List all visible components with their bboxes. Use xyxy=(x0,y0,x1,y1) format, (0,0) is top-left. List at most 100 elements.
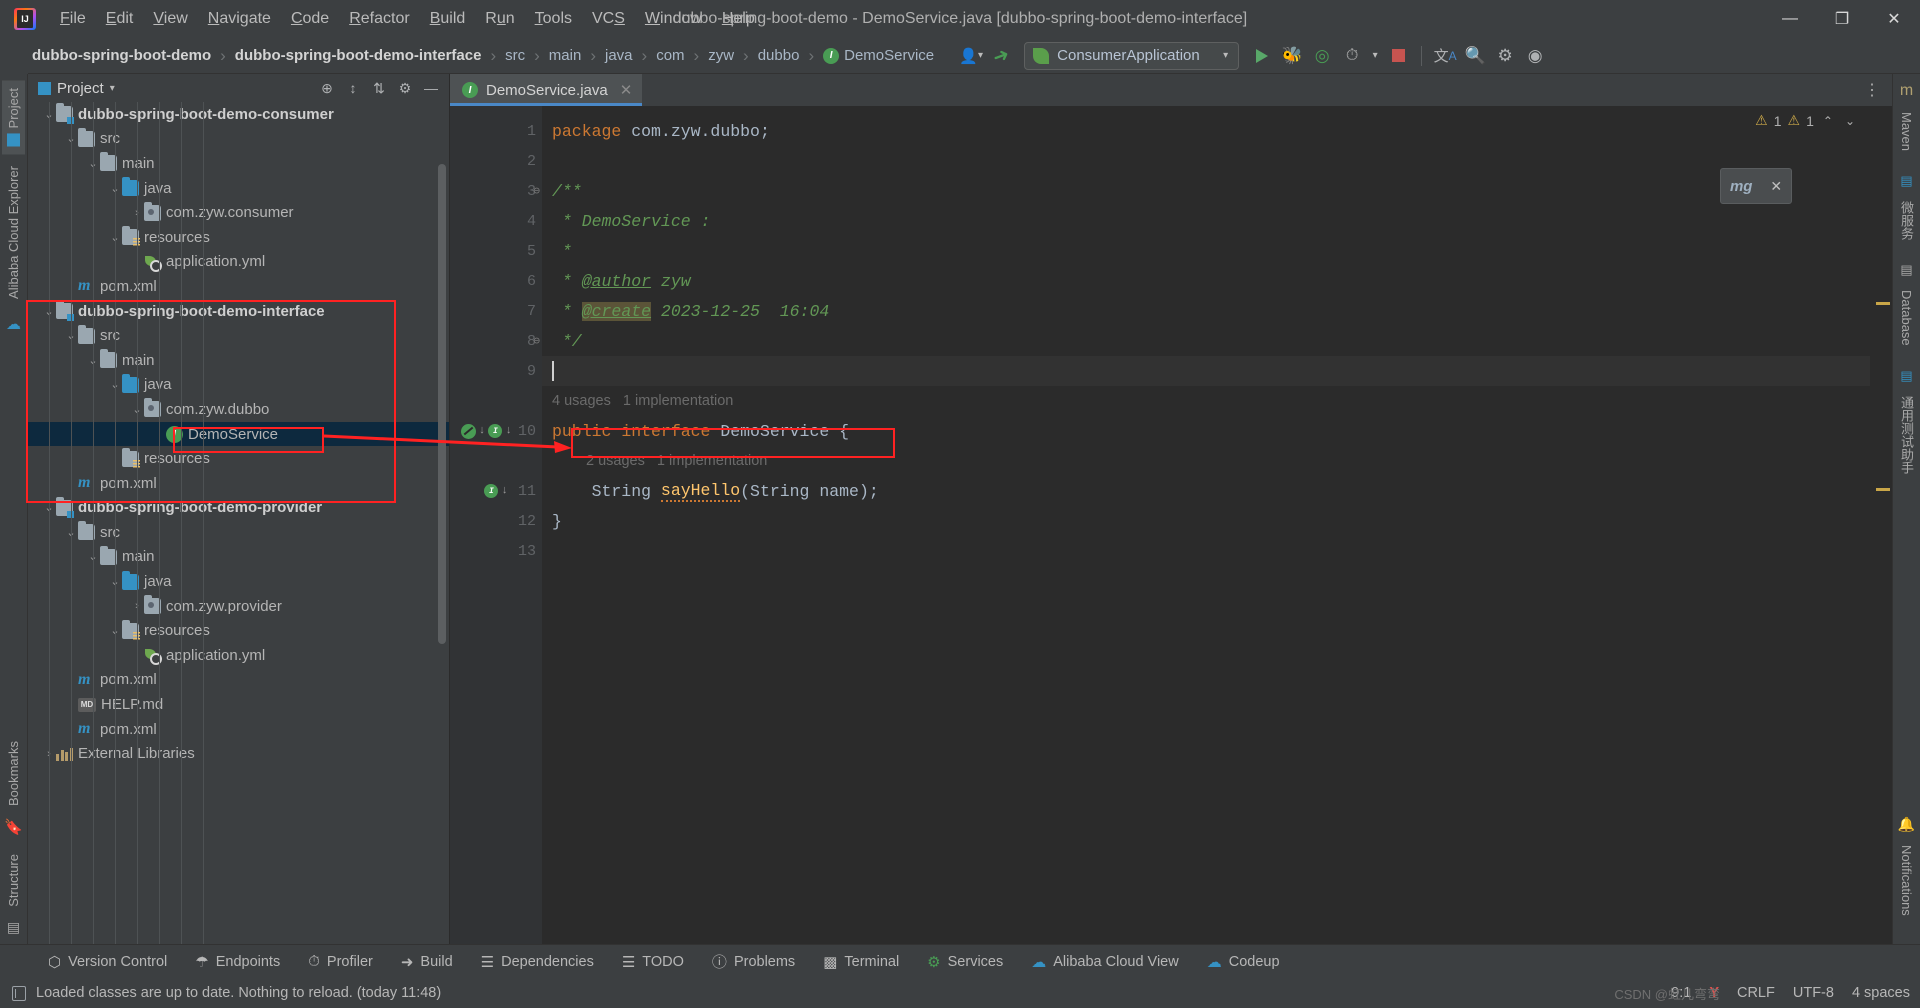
file-encoding[interactable]: UTF-8 xyxy=(1793,985,1834,1001)
tree-node[interactable]: ›application.yml xyxy=(28,250,449,275)
code-line[interactable]: String sayHello (String name); xyxy=(542,476,1870,506)
translate-icon[interactable]: 文A xyxy=(1430,42,1460,70)
breadcrumb-item-1[interactable]: dubbo-spring-boot-demo-interface xyxy=(231,45,486,66)
tree-node[interactable]: ›mpom.xml xyxy=(28,668,449,693)
tree-node[interactable]: ›mpom.xml xyxy=(28,274,449,299)
code-line[interactable]: * @author zyw xyxy=(542,266,1870,296)
menu-navigate[interactable]: Navigate xyxy=(198,6,281,32)
menu-tools[interactable]: Tools xyxy=(525,6,582,32)
profiler-button[interactable]: ⏱ xyxy=(1337,42,1367,70)
collapse-all-icon[interactable]: ⇅ xyxy=(367,76,391,100)
breadcrumb-item-2[interactable]: src xyxy=(501,45,529,66)
usage-hint[interactable]: 4 usages 1 implementation xyxy=(552,393,733,409)
gutter-line-number[interactable]: 1 xyxy=(450,116,542,146)
tree-node[interactable]: ⌄src xyxy=(28,127,449,152)
code-content[interactable]: package com.zyw.dubbo; /** * DemoService … xyxy=(542,106,1870,944)
menu-build[interactable]: Build xyxy=(420,6,476,32)
tool-window-todo[interactable]: ☰ TODO xyxy=(608,945,698,979)
menu-code[interactable]: Code xyxy=(281,6,339,32)
menu-file[interactable]: File xyxy=(50,6,96,32)
tree-node[interactable]: ›External Libraries xyxy=(28,741,449,766)
implementation-icon[interactable]: I xyxy=(488,424,503,438)
sidebar-item-maven[interactable]: Maven xyxy=(1895,104,1918,159)
fold-icon[interactable]: ⊖ xyxy=(533,334,540,348)
tool-window-alibaba-cloud-view[interactable]: ☁ Alibaba Cloud View xyxy=(1017,945,1192,979)
hide-panel-icon[interactable]: — xyxy=(419,76,443,100)
search-icon[interactable]: 🔍 xyxy=(1460,42,1490,70)
code-line[interactable]: * xyxy=(542,236,1870,266)
settings-gear-icon[interactable]: ⚙ xyxy=(1490,42,1520,70)
next-problem-icon[interactable]: ⌄ xyxy=(1842,114,1858,128)
editor-marker-bar[interactable] xyxy=(1870,106,1892,944)
build-hammer-icon[interactable]: ➜ xyxy=(982,37,1020,74)
tree-node[interactable]: ›application.yml xyxy=(28,643,449,668)
debug-button[interactable]: 🐝 xyxy=(1277,42,1307,70)
minimize-button[interactable]: — xyxy=(1764,0,1816,38)
tool-window-profiler[interactable]: ⏱ Profiler xyxy=(294,945,387,979)
tree-node[interactable]: ›mpom.xml xyxy=(28,717,449,742)
breadcrumb-item-5[interactable]: com xyxy=(652,45,688,66)
menu-window[interactable]: Window xyxy=(635,6,712,32)
gutter-hint-spacer[interactable] xyxy=(450,446,542,476)
code-line[interactable]: package com.zyw.dubbo; xyxy=(542,116,1870,146)
gutter-line-number[interactable]: 8 ⊖ xyxy=(450,326,542,356)
code-line[interactable]: * @create 2023-12-25 16:04 xyxy=(542,296,1870,326)
project-tree-scrollbar[interactable] xyxy=(438,164,446,644)
stop-button[interactable] xyxy=(1383,42,1413,70)
tree-node[interactable]: ›resources xyxy=(28,446,449,471)
panel-settings-icon[interactable]: ⚙ xyxy=(393,76,417,100)
code-line[interactable] xyxy=(542,146,1870,176)
sidebar-item-project[interactable]: Project xyxy=(2,80,25,155)
tree-node[interactable]: ⌄main xyxy=(28,151,449,176)
profiler-dropdown-icon[interactable]: ▾ xyxy=(1367,42,1383,70)
code-line[interactable]: */ xyxy=(542,326,1870,356)
tool-window-problems[interactable]: ⓘ Problems xyxy=(698,945,809,979)
locate-file-icon[interactable]: ⊕ xyxy=(315,76,339,100)
tool-window-bar[interactable]: ⬡ Version Control ☂ Endpoints ⏱ Profiler ➜ Buil… xyxy=(0,944,1920,978)
project-tree[interactable]: ⌄dubbo-spring-boot-demo-consumer⌄src⌄mai… xyxy=(28,102,449,944)
gutter-line-number[interactable]: I ↓ 11 xyxy=(450,476,542,506)
tree-node[interactable]: ⌄src xyxy=(28,520,449,545)
code-line[interactable]: public interface DemoService { xyxy=(542,416,1870,446)
expand-all-icon[interactable]: ↕ xyxy=(341,76,365,100)
run-button[interactable] xyxy=(1247,42,1277,70)
menu-vcs[interactable]: VCS xyxy=(582,6,635,32)
tool-window-build[interactable]: ➜ Build xyxy=(387,945,467,979)
run-with-coverage-button[interactable]: ◎ xyxy=(1307,42,1337,70)
breadcrumb[interactable]: dubbo-spring-boot-demo › dubbo-spring-bo… xyxy=(28,45,938,66)
tree-node[interactable]: ›com.zyw.consumer xyxy=(28,200,449,225)
sidebar-item-database[interactable]: Database xyxy=(1895,282,1918,354)
gutter-line-number[interactable]: 6 xyxy=(450,266,542,296)
tool-window-services[interactable]: ⚙ Services xyxy=(913,945,1017,979)
tree-node[interactable]: ⌄main xyxy=(28,348,449,373)
tool-window-endpoints[interactable]: ☂ Endpoints xyxy=(181,945,294,979)
tree-node[interactable]: ⌄dubbo-spring-boot-demo-interface xyxy=(28,299,449,324)
breadcrumb-item-7[interactable]: dubbo xyxy=(754,45,804,66)
editor-options-icon[interactable]: ⋮ xyxy=(1852,74,1892,106)
breadcrumb-item-4[interactable]: java xyxy=(601,45,637,66)
warning-marker[interactable] xyxy=(1876,488,1890,491)
code-hint-line[interactable]: 4 usages 1 implementation xyxy=(542,386,1870,416)
tree-node[interactable]: ⌄com.zyw.dubbo xyxy=(28,397,449,422)
tree-node[interactable]: ⌄java xyxy=(28,176,449,201)
sidebar-item-microservices[interactable]: 微服务 xyxy=(1893,193,1920,248)
sidebar-item-structure[interactable]: Structure xyxy=(2,846,25,915)
usage-hint[interactable]: 2 usages 1 implementation xyxy=(552,453,767,469)
warning-marker[interactable] xyxy=(1876,302,1890,305)
gutter-line-number[interactable]: 9 xyxy=(450,356,542,386)
gutter-line-number[interactable]: 5 xyxy=(450,236,542,266)
menu-view[interactable]: View xyxy=(143,6,197,32)
tool-window-dependencies[interactable]: ☰ Dependencies xyxy=(467,945,608,979)
tree-node[interactable]: ›mpom.xml xyxy=(28,471,449,496)
user-avatar-icon[interactable]: 👤 ▾ xyxy=(956,42,986,70)
tree-node[interactable]: ⌄main xyxy=(28,545,449,570)
menu-help[interactable]: Help xyxy=(712,6,765,32)
close-icon[interactable]: ✕ xyxy=(620,81,633,99)
line-separator[interactable]: CRLF xyxy=(1737,985,1775,1001)
breadcrumb-item-0[interactable]: dubbo-spring-boot-demo xyxy=(28,45,215,66)
sidebar-item-alibaba-cloud-explorer[interactable]: Alibaba Cloud Explorer xyxy=(2,158,25,307)
menu-bar[interactable]: File Edit View Navigate Code Refactor Bu… xyxy=(50,6,765,32)
breadcrumb-item-3[interactable]: main xyxy=(545,45,586,66)
gutter-line-number[interactable]: 13 xyxy=(450,536,542,566)
tree-node[interactable]: ⌄resources xyxy=(28,225,449,250)
